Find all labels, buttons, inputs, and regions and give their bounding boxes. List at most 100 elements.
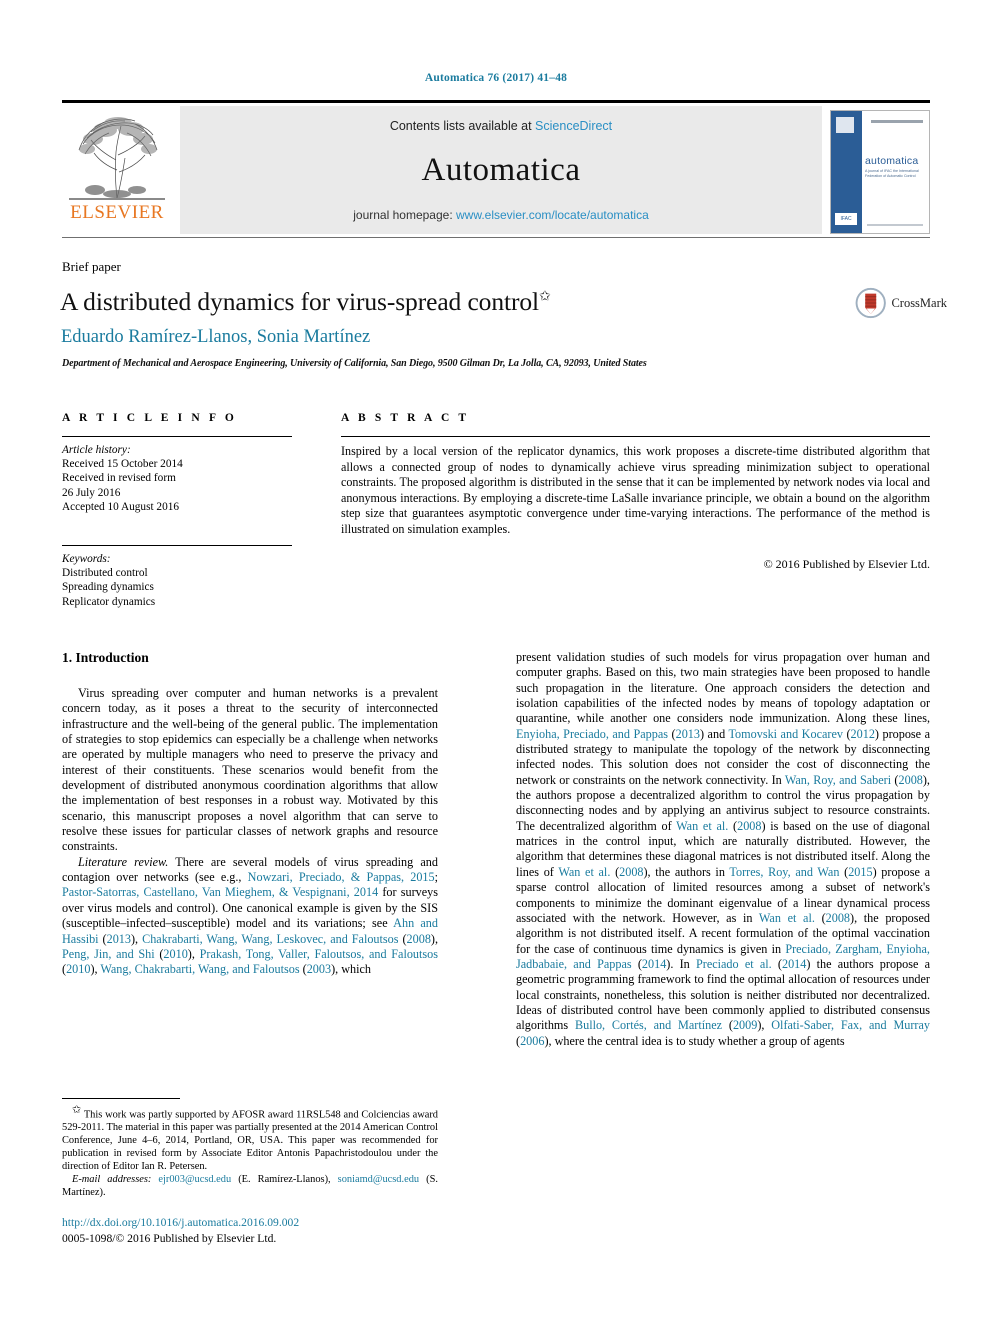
citation-year-link[interactable]: 2013 xyxy=(676,727,700,741)
keywords-block: Keywords: Distributed control Spreading … xyxy=(62,552,297,609)
citation-year-link[interactable]: 2009 xyxy=(733,1018,757,1032)
journal-cover-thumbnail: IFAC automatica A journal of IFAC the In… xyxy=(830,106,930,234)
footnote-marker: ✩ xyxy=(72,1104,82,1116)
t: ( xyxy=(728,818,738,833)
citation-year-link[interactable]: 2010 xyxy=(163,947,187,961)
keyword-item: Spreading dynamics xyxy=(62,581,154,594)
citation-year-link[interactable]: 2014 xyxy=(642,957,666,971)
t: ), xyxy=(187,946,200,961)
t: ( xyxy=(398,931,407,946)
page-title: A distributed dynamics for virus-spread … xyxy=(60,287,800,317)
citation-link[interactable]: Enyioha, Preciado, and Pappas xyxy=(516,727,668,741)
citation-year-link[interactable]: 2008 xyxy=(737,819,761,833)
abstract-text: Inspired by a local version of the repli… xyxy=(341,444,930,536)
citation-link[interactable]: Olfati-Saber, Fax, and Murray xyxy=(771,1018,930,1032)
cover-footer-rule xyxy=(867,224,923,226)
citation-link[interactable]: Prakash, Tong, Valler, Faloutsos, and Fa… xyxy=(200,947,438,961)
article-history: Article history: Received 15 October 201… xyxy=(62,443,297,514)
crossmark-badge[interactable]: CrossMark xyxy=(855,281,947,325)
footnote-block: ✩ This work was partly supported by AFOS… xyxy=(62,1104,438,1200)
elsevier-tree-icon xyxy=(65,110,169,204)
citation-year-link[interactable]: 2006 xyxy=(520,1034,544,1048)
keyword-item: Replicator dynamics xyxy=(62,595,156,608)
paragraph: Virus spreading over computer and human … xyxy=(62,686,438,855)
abstract-copyright: © 2016 Published by Elsevier Ltd. xyxy=(763,557,930,571)
email-label: E-mail addresses: xyxy=(72,1174,152,1185)
running-head: Automatica 76 (2017) 41–48 xyxy=(424,72,568,84)
citation-year-link[interactable]: 2008 xyxy=(619,865,643,879)
article-history-label: Article history: xyxy=(62,444,131,456)
masthead-center: Contents lists available at ScienceDirec… xyxy=(180,106,822,234)
citation-link[interactable]: Wan et al. xyxy=(759,911,815,925)
t: present validation studies of such model… xyxy=(516,650,930,726)
citation-link[interactable]: Pastor-Satorras, Castellano, Van Mieghem… xyxy=(62,885,378,899)
citation-year-link[interactable]: 2008 xyxy=(407,932,431,946)
t: ), xyxy=(90,962,101,977)
cover-header-rule xyxy=(871,120,923,123)
citation-link[interactable]: Peng, Jin, and Shi xyxy=(62,947,155,961)
t: ( xyxy=(299,962,307,977)
crossmark-label: CrossMark xyxy=(891,295,947,310)
t: ), which xyxy=(331,962,372,977)
t: ( xyxy=(814,910,826,925)
citation-link[interactable]: Tomovski and Kocarev xyxy=(728,727,842,741)
literature-review-label: Literature review. xyxy=(78,854,169,869)
keyword-item: Distributed control xyxy=(62,567,148,580)
citation-link[interactable]: Wang, Chakrabarti, Wang, and Faloutsos xyxy=(100,962,299,976)
article-history-line: 26 July 2016 xyxy=(62,486,121,499)
t: ( xyxy=(771,956,782,971)
citation-year-link[interactable]: 2014 xyxy=(782,957,806,971)
section-heading-introduction: 1. Introduction xyxy=(62,650,149,665)
citation-year-link[interactable]: 2008 xyxy=(826,911,850,925)
citation-link[interactable]: Chakrabarti, Wang, Wang, Leskovec, and F… xyxy=(142,932,398,946)
citation-link[interactable]: Wan, Roy, and Saberi xyxy=(785,773,891,787)
author-list[interactable]: Eduardo Ramírez-Llanos, Sonia Martínez xyxy=(61,327,370,348)
t: ( xyxy=(842,726,851,741)
homepage-line: journal homepage: www.elsevier.com/locat… xyxy=(353,208,649,222)
t: ). In xyxy=(666,956,696,971)
journal-masthead: ELSEVIER Contents lists available at Sci… xyxy=(62,100,930,238)
citation-year-link[interactable]: 2012 xyxy=(851,727,875,741)
citation-year-link[interactable]: 2008 xyxy=(899,773,923,787)
paper-title-text: A distributed dynamics for virus-spread … xyxy=(60,287,539,316)
paragraph: Literature review. There are several mod… xyxy=(62,855,438,978)
doi-link[interactable]: http://dx.doi.org/10.1016/j.automatica.2… xyxy=(62,1216,299,1229)
crossmark-icon xyxy=(855,287,886,319)
contents-prefix: Contents lists available at xyxy=(389,119,536,133)
author-affiliation: Department of Mechanical and Aerospace E… xyxy=(62,358,647,369)
citation-year-link[interactable]: 2003 xyxy=(307,962,331,976)
t: ( xyxy=(891,772,899,787)
citation-year-link[interactable]: 2010 xyxy=(66,962,90,976)
article-type-label: Brief paper xyxy=(62,259,121,274)
email-link-2[interactable]: soniamd@ucsd.edu xyxy=(338,1174,419,1185)
citation-year-link[interactable]: 2013 xyxy=(107,932,131,946)
citation-link[interactable]: Wan et al. xyxy=(558,865,610,879)
citation-year-link[interactable]: 2015 xyxy=(848,865,872,879)
paragraph: present validation studies of such model… xyxy=(516,650,930,1049)
sciencedirect-link[interactable]: ScienceDirect xyxy=(535,119,612,133)
citation-link[interactable]: Torres, Roy, and Wan xyxy=(729,865,839,879)
t: ), xyxy=(430,931,439,946)
footnote-emails: E-mail addresses: ejr003@ucsd.edu (E. Ra… xyxy=(62,1174,438,1200)
t: ; xyxy=(434,870,438,885)
t: ), where the central idea is to study wh… xyxy=(544,1033,845,1048)
citation-link[interactable]: Wan et al. xyxy=(676,819,728,833)
t: ), xyxy=(130,931,143,946)
body-column-right: present validation studies of such model… xyxy=(516,650,930,1049)
paragraph-text: Virus spreading over computer and human … xyxy=(62,686,438,854)
article-history-line: Accepted 10 August 2016 xyxy=(62,500,180,513)
keywords-label: Keywords: xyxy=(62,553,111,565)
cover-subtitle: A journal of IFAC the International Fede… xyxy=(865,169,919,178)
contents-line: Contents lists available at ScienceDirec… xyxy=(390,119,612,133)
citation-link[interactable]: Bullo, Cortés, and Martínez xyxy=(575,1018,722,1032)
journal-homepage-link[interactable]: www.elsevier.com/locate/automatica xyxy=(456,208,649,222)
email-link-1[interactable]: ejr003@ucsd.edu xyxy=(158,1174,231,1185)
body-column-left: Virus spreading over computer and human … xyxy=(62,686,438,978)
citation-link[interactable]: Nowzari, Preciado, & Pappas, 2015 xyxy=(248,870,435,884)
t: ), the authors in xyxy=(643,864,730,879)
t: ( xyxy=(610,864,620,879)
abstract-rule xyxy=(341,436,930,437)
citation-link[interactable]: Preciado et al. xyxy=(696,957,772,971)
t: ( xyxy=(722,1018,733,1033)
article-info-heading: A R T I C L E I N F O xyxy=(62,412,237,424)
